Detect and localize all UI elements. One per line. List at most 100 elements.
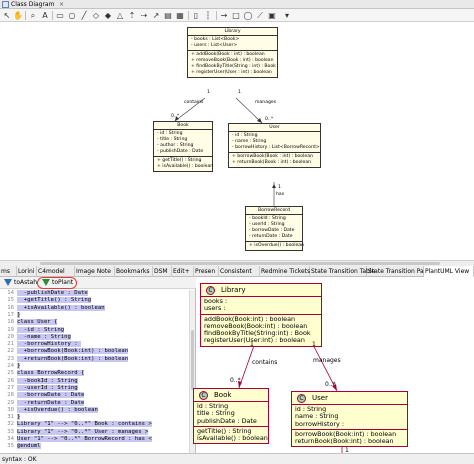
tab-bookmarks[interactable]: Bookmarks — [115, 266, 153, 277]
code-line: @enduml — [17, 443, 41, 450]
operation: isAvailable() : boolean — [197, 434, 268, 443]
line-number: 17 — [7, 311, 14, 318]
code-line-text: -bookId : String — [17, 377, 78, 384]
code-line: } — [17, 311, 21, 318]
class-badge-icon: C — [199, 391, 208, 400]
tab-consistent[interactable]: Consistent — [219, 266, 260, 277]
more-icon[interactable]: ▾ — [282, 10, 292, 21]
tab-redmine-tickets[interactable]: Redmine Tickets — [260, 266, 310, 277]
tab-image-note[interactable]: Image Note — [75, 266, 115, 277]
class-badge-icon: C — [206, 286, 215, 295]
astah-class-library[interactable]: Library - books : List<Book> - users : L… — [187, 27, 278, 78]
astah-class-book[interactable]: Book - id : String - title : String - au… — [153, 121, 213, 172]
tab-state-transition-path[interactable]: State Transition Path — [367, 266, 430, 277]
multiplicity-label: 1 — [312, 341, 316, 348]
operation: + isOverdue() : boolean — [249, 243, 305, 248]
code-editor[interactable]: 14 -publishDate : Date 15 +getTitle() : S… — [0, 290, 188, 453]
arrow-icon[interactable]: → — [219, 10, 229, 21]
line-number: 18 — [7, 319, 14, 326]
subsystem-icon[interactable]: ▦ — [175, 10, 185, 21]
class-icon[interactable]: ▭ — [55, 10, 65, 21]
attribute: - publishDate : Date — [157, 149, 204, 154]
anchor-icon[interactable]: ┆ — [203, 10, 213, 21]
line-number: 16 — [7, 304, 14, 311]
code-line-text: Library "1" --> "0..*" User : manages > — [17, 428, 149, 435]
code-line: +isAvailable() : boolean — [17, 304, 105, 311]
code-line-text: -borrowHistory : — [17, 341, 81, 348]
plantuml-class-library[interactable]: C Library books : users : addBook(Book:in… — [200, 283, 322, 347]
interface-icon[interactable]: ○ — [67, 10, 77, 21]
tab-lorini[interactable]: Lorini — [17, 266, 37, 277]
class-name: User — [229, 124, 320, 132]
line-number: 26 — [7, 377, 14, 384]
zoom-icon[interactable]: ⌕ — [28, 10, 38, 21]
line-number: 19 — [7, 326, 14, 333]
association-label-contains: contains — [252, 359, 278, 366]
astah-class-borrowrecord[interactable]: BorrowRecord - bookId : String - userId … — [245, 206, 305, 251]
to-astah-button[interactable]: toAstah — [3, 278, 37, 288]
usage-icon[interactable]: ↗ — [151, 10, 161, 21]
composition-icon[interactable]: ◆ — [103, 10, 113, 21]
tab-plantuml-view[interactable]: PlantUML View — [424, 266, 474, 277]
realization-icon[interactable]: ⇡ — [127, 10, 137, 21]
scroll-thumb[interactable] — [191, 330, 194, 390]
line-number: 21 — [7, 341, 14, 348]
association-icon[interactable]: ╱ — [79, 10, 89, 21]
tab-c4model[interactable]: C4model — [37, 266, 75, 277]
line-number: 14 — [7, 290, 14, 296]
code-line: Library "1" --> "0..*" User : manages > — [17, 428, 149, 435]
scroll-thumb[interactable] — [40, 262, 440, 265]
text-icon[interactable]: A — [40, 10, 50, 21]
line-number: 35 — [7, 443, 14, 450]
diagram-toolbar: ↖ ✋ ⌕ A ▭ ○ ╱ ◇ ◆ △ ⇡ ⇢ ↗ ▤ ▦ ▯ ┆ → □ ◯ … — [0, 9, 474, 22]
window-title: Class Diagram — [11, 1, 55, 8]
operation: + isAvailable() : boolean — [157, 164, 214, 169]
plantuml-class-book[interactable]: C Book id : String title : String publish… — [193, 388, 269, 445]
multiplicity-label: 0..* — [265, 117, 274, 122]
code-line: class BorrowRecord { — [17, 370, 85, 377]
class-badge-icon: C — [297, 394, 306, 403]
hand-icon[interactable]: ✋ — [13, 10, 23, 21]
dependency-icon[interactable]: ⇢ — [139, 10, 149, 21]
code-line: } — [17, 414, 21, 421]
tab-presen[interactable]: Presen — [194, 266, 219, 277]
attribute: publishDate : Date — [197, 416, 257, 425]
class-name: Book — [154, 122, 212, 130]
line-number: 33 — [7, 428, 14, 435]
astah-class-user[interactable]: User - id : String - name : String - bor… — [228, 123, 321, 168]
class-diagram-canvas[interactable]: Library - books : List<Book> - users : L… — [0, 22, 474, 260]
association-label-manages: manages — [255, 100, 277, 105]
attribute: users : — [204, 304, 226, 313]
status-bar: syntax : OK — [0, 453, 474, 464]
line-icon[interactable]: ⟋ — [255, 10, 265, 21]
close-icon[interactable]: × — [59, 0, 64, 9]
tab-dsm[interactable]: DSM — [153, 266, 172, 277]
pointer-icon[interactable]: ↖ — [2, 10, 12, 21]
code-line: +borrowBook(Book:int) : boolean — [17, 348, 129, 355]
code-line: -borrowDate : Date — [17, 392, 85, 399]
operation: + returnBook(Book : int) : boolean — [232, 160, 312, 165]
tab-edit-plus[interactable]: Edit+ — [172, 266, 194, 277]
code-line: User "1" --> "0..*" BorrowRecord : has < — [17, 436, 152, 442]
rectangle-icon[interactable]: □ — [231, 10, 241, 21]
association-label-manages: manages — [313, 357, 341, 364]
line-number: 15 — [7, 297, 14, 304]
ellipse-icon[interactable]: ◯ — [243, 10, 253, 21]
package-icon[interactable]: ▤ — [163, 10, 173, 21]
image-icon[interactable]: ▣ — [267, 10, 277, 21]
tab-ms[interactable]: ms — [0, 266, 17, 277]
aggregation-icon[interactable]: ◇ — [91, 10, 101, 21]
attribute: - returnDate : Date — [249, 234, 293, 239]
window-titlebar: Class Diagram × — [0, 0, 474, 9]
tab-state-transition-table[interactable]: State Transition Table — [310, 266, 375, 277]
code-line-text: -borrowDate : Date — [17, 392, 85, 399]
plantuml-class-user[interactable]: C User id : String name : String borrowHi… — [291, 391, 408, 448]
code-line-text: Library "1" --> "0..*" Book : contains > — [17, 421, 152, 428]
line-number: 25 — [7, 370, 14, 377]
note-icon[interactable]: ▯ — [191, 10, 201, 21]
generalization-icon[interactable]: △ — [115, 10, 125, 21]
code-line-text: +getTitle() : String — [17, 297, 92, 304]
code-line: } — [17, 363, 21, 369]
attribute: borrowHistory : — [295, 419, 345, 428]
attribute: - users : List<User> — [191, 43, 238, 48]
